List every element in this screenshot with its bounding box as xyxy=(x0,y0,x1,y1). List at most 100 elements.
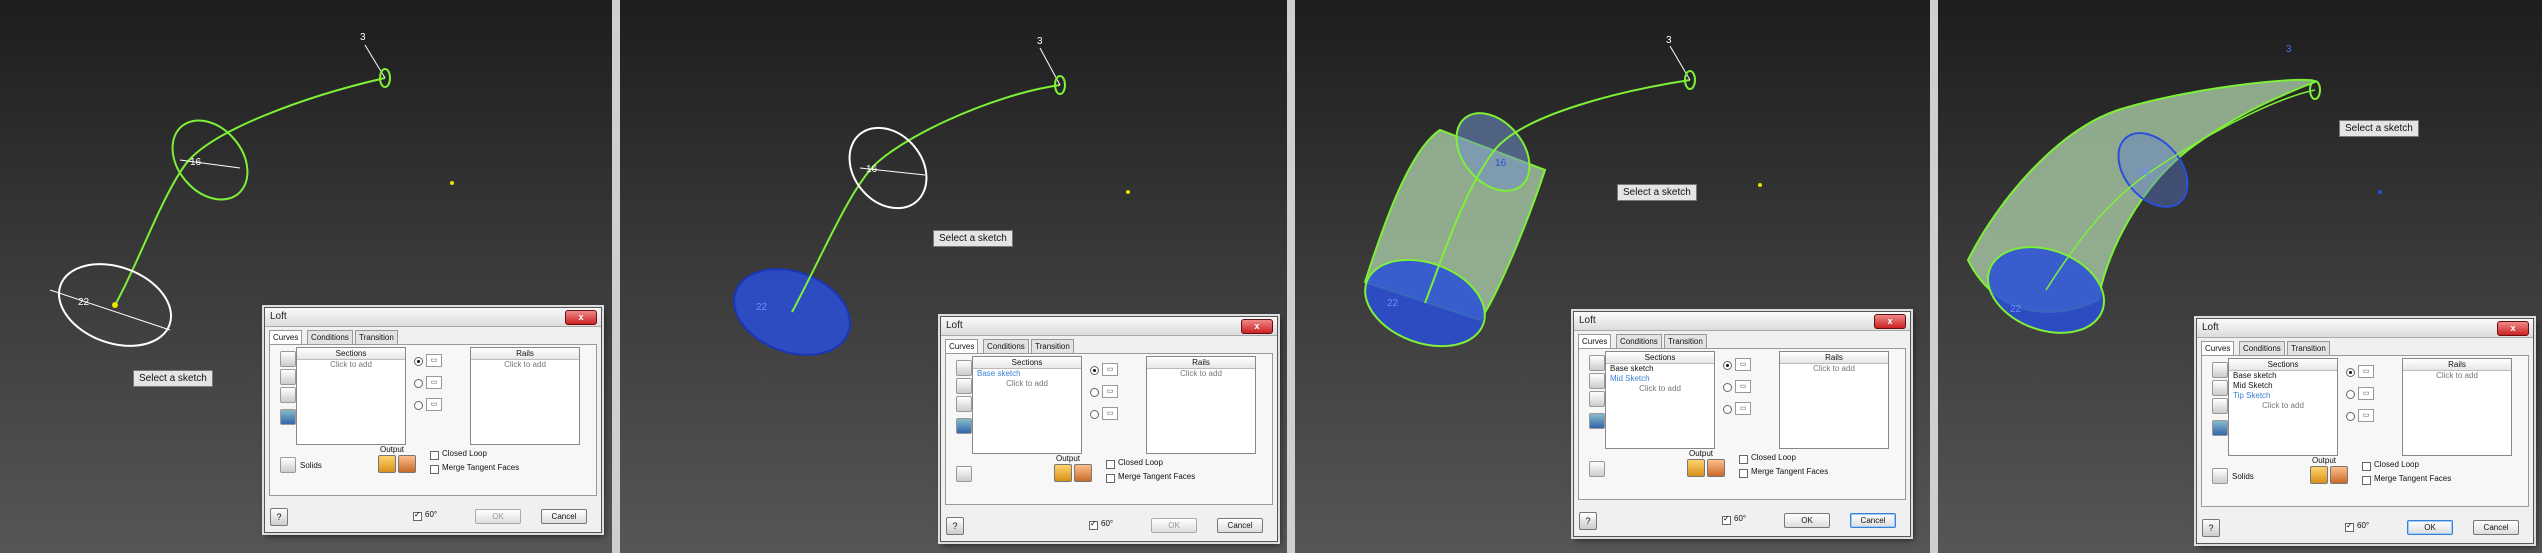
tab-conditions[interactable]: Conditions xyxy=(983,339,1029,353)
solids-selector-icon[interactable] xyxy=(1589,461,1605,477)
radio-area-loft[interactable] xyxy=(414,401,423,410)
output-solid-icon[interactable] xyxy=(2310,466,2328,484)
sections-list[interactable]: Sections Base sketch Click to add xyxy=(972,356,1082,454)
radio-center-line[interactable] xyxy=(2346,390,2355,399)
preview-checkbox[interactable] xyxy=(2345,521,2354,532)
radio-area-loft[interactable] xyxy=(1723,405,1732,414)
output-solid-icon[interactable] xyxy=(1687,459,1705,477)
solids-selector-icon[interactable] xyxy=(280,457,296,473)
move-up-icon[interactable] xyxy=(2212,380,2228,396)
radio-area-loft[interactable] xyxy=(1090,410,1099,419)
move-down-icon[interactable] xyxy=(280,387,296,403)
center-line-mode-icon[interactable]: ▭ xyxy=(1102,385,1118,398)
area-loft-mode-icon[interactable]: ▭ xyxy=(1102,407,1118,420)
area-loft-icon[interactable] xyxy=(956,418,972,434)
sections-list[interactable]: Sections Click to add xyxy=(296,347,406,445)
rails-mode-icon[interactable]: ▭ xyxy=(426,354,442,367)
move-down-icon[interactable] xyxy=(2212,398,2228,414)
rails-mode-icon[interactable]: ▭ xyxy=(1735,358,1751,371)
section-item[interactable]: Base sketch xyxy=(2229,371,2337,381)
merge-tangent-checkbox[interactable] xyxy=(430,465,439,474)
area-loft-icon[interactable] xyxy=(2212,420,2228,436)
loft-dialog[interactable]: Loft x Curves Conditions Transition Sect… xyxy=(1573,311,1911,537)
sections-list[interactable]: Sections Base sketch Mid Sketch Click to… xyxy=(1605,351,1715,449)
ok-button[interactable]: OK xyxy=(475,509,521,524)
sections-click-to-add[interactable]: Click to add xyxy=(297,360,405,370)
output-surface-icon[interactable] xyxy=(1707,459,1725,477)
preview-checkbox[interactable] xyxy=(1089,519,1098,530)
rails-mode-icon[interactable]: ▭ xyxy=(2358,365,2374,378)
area-loft-icon[interactable] xyxy=(280,409,296,425)
loft-dialog[interactable]: Loft x Curves Conditions Transition Sect… xyxy=(2196,318,2534,544)
area-loft-mode-icon[interactable]: ▭ xyxy=(1735,402,1751,415)
cancel-button[interactable]: Cancel xyxy=(1217,518,1263,533)
section-item[interactable]: Mid Sketch xyxy=(1606,374,1714,384)
rail-path[interactable] xyxy=(114,77,386,306)
tab-transition[interactable]: Transition xyxy=(2287,341,2330,355)
rails-click-to-add[interactable]: Click to add xyxy=(1147,369,1255,379)
ok-button[interactable]: OK xyxy=(2407,520,2453,535)
ok-button[interactable]: OK xyxy=(1784,513,1830,528)
dialog-titlebar[interactable]: Loft x xyxy=(265,308,601,327)
tab-curves[interactable]: Curves xyxy=(1578,334,1612,349)
output-solid-icon[interactable] xyxy=(1054,464,1072,482)
cancel-button[interactable]: Cancel xyxy=(2473,520,2519,535)
close-button[interactable]: x xyxy=(1874,314,1906,329)
ok-button[interactable]: OK xyxy=(1151,518,1197,533)
help-icon[interactable]: ? xyxy=(2202,519,2220,537)
select-tool-icon[interactable] xyxy=(2212,362,2228,378)
sections-list[interactable]: Sections Base sketch Mid Sketch Tip Sket… xyxy=(2228,358,2338,456)
tab-transition[interactable]: Transition xyxy=(1031,339,1074,353)
merge-tangent-checkbox[interactable] xyxy=(2362,476,2371,485)
radio-center-line[interactable] xyxy=(414,379,423,388)
preview-checkbox[interactable] xyxy=(1722,514,1731,525)
tab-transition[interactable]: Transition xyxy=(1664,334,1707,348)
cancel-button[interactable]: Cancel xyxy=(1850,513,1896,528)
move-up-icon[interactable] xyxy=(956,378,972,394)
sections-click-to-add[interactable]: Click to add xyxy=(973,379,1081,389)
solids-selector-icon[interactable] xyxy=(2212,468,2228,484)
rails-list[interactable]: Rails Click to add xyxy=(1779,351,1889,449)
output-surface-icon[interactable] xyxy=(398,455,416,473)
radio-rails[interactable] xyxy=(2346,368,2355,377)
viewport-panel-4[interactable]: 16 22 3 Select a sketch Loft x Curves Co… xyxy=(1938,0,2542,553)
output-surface-icon[interactable] xyxy=(1074,464,1092,482)
move-down-icon[interactable] xyxy=(956,396,972,412)
radio-center-line[interactable] xyxy=(1723,383,1732,392)
area-loft-mode-icon[interactable]: ▭ xyxy=(426,398,442,411)
dialog-titlebar[interactable]: Loft x xyxy=(941,317,1277,336)
closed-loop-checkbox[interactable] xyxy=(1739,455,1748,464)
section-item[interactable]: Tip Sketch xyxy=(2229,391,2337,401)
loft-dialog[interactable]: Loft x Curves Conditions Transition Sect… xyxy=(940,316,1278,542)
help-icon[interactable]: ? xyxy=(946,517,964,535)
rails-list[interactable]: Rails Click to add xyxy=(1146,356,1256,454)
tab-conditions[interactable]: Conditions xyxy=(1616,334,1662,348)
solids-selector-icon[interactable] xyxy=(956,466,972,482)
radio-rails[interactable] xyxy=(1723,361,1732,370)
select-tool-icon[interactable] xyxy=(1589,355,1605,371)
sections-click-to-add[interactable]: Click to add xyxy=(1606,384,1714,394)
viewport-panel-3[interactable]: 16 22 3 Select a sketch Loft x Curves Co… xyxy=(1295,0,1930,553)
section-item[interactable]: Mid Sketch xyxy=(2229,381,2337,391)
tab-transition[interactable]: Transition xyxy=(355,330,398,344)
rails-click-to-add[interactable]: Click to add xyxy=(1780,364,1888,374)
center-line-mode-icon[interactable]: ▭ xyxy=(2358,387,2374,400)
sections-click-to-add[interactable]: Click to add xyxy=(2229,401,2337,411)
move-up-icon[interactable] xyxy=(280,369,296,385)
viewport-panel-2[interactable]: 16 22 3 Select a sketch Loft x Curves Co… xyxy=(620,0,1287,553)
tab-curves[interactable]: Curves xyxy=(269,330,303,345)
tab-curves[interactable]: Curves xyxy=(945,339,979,354)
section-item[interactable]: Base sketch xyxy=(1606,364,1714,374)
rails-mode-icon[interactable]: ▭ xyxy=(1102,363,1118,376)
rails-click-to-add[interactable]: Click to add xyxy=(2403,371,2511,381)
rail-path[interactable] xyxy=(791,84,1061,313)
loft-dialog[interactable]: Loft x Curves Conditions Transition Sect… xyxy=(264,307,602,533)
select-tool-icon[interactable] xyxy=(956,360,972,376)
closed-loop-checkbox[interactable] xyxy=(2362,462,2371,471)
tab-conditions[interactable]: Conditions xyxy=(2239,341,2285,355)
output-solid-icon[interactable] xyxy=(378,455,396,473)
center-line-mode-icon[interactable]: ▭ xyxy=(426,376,442,389)
closed-loop-checkbox[interactable] xyxy=(430,451,439,460)
close-button[interactable]: x xyxy=(2497,321,2529,336)
output-surface-icon[interactable] xyxy=(2330,466,2348,484)
